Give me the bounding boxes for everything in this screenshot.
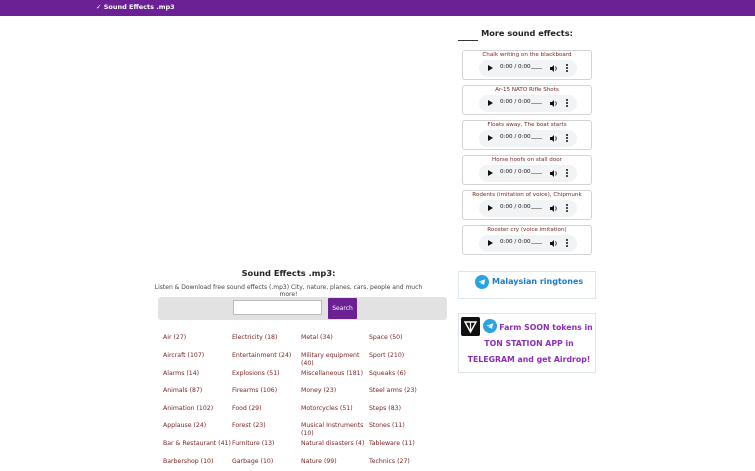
category-link[interactable]: Animals (87) [163, 387, 202, 395]
telegram-icon [475, 275, 489, 289]
audio-time: 0:00 / 0:00 [500, 204, 531, 210]
category-link[interactable]: Metal (34) [301, 334, 333, 342]
category-link[interactable]: Electricity (18) [232, 334, 277, 342]
sound-title-link[interactable]: Floats away, The boat starts [463, 122, 591, 128]
audio-progress-bar[interactable] [531, 138, 542, 139]
audio-progress-bar[interactable] [531, 173, 542, 174]
more-sounds-panel: More sound effects: Chalk writing on the… [458, 27, 596, 256]
category-link[interactable]: Garbage (10) [232, 458, 273, 466]
sound-card: Rodents (imitation of voice), Chipmunk 0… [462, 190, 592, 220]
page-description: Listen & Download free sound effects (.m… [154, 284, 423, 298]
play-icon[interactable] [488, 240, 493, 246]
category-link[interactable]: Barbershop (10) [163, 458, 213, 466]
sound-title-link[interactable]: Horse hoofs on stall door [463, 157, 591, 163]
category-link[interactable]: Squeaks (6) [369, 370, 406, 378]
volume-icon[interactable] [550, 170, 558, 177]
ringtones-box: Malaysian ringtones [458, 271, 596, 299]
more-options-icon[interactable] [565, 204, 569, 214]
category-link[interactable]: Entertainment (24) [232, 352, 291, 360]
sound-card: Chalk writing on the blackboard 0:00 / 0… [462, 50, 592, 80]
sound-title-link[interactable]: Rodents (imitation of voice), Chipmunk [463, 192, 591, 198]
category-link[interactable]: Money (23) [301, 387, 336, 395]
sound-title-link[interactable]: Chalk writing on the blackboard [463, 52, 591, 58]
audio-progress-bar[interactable] [531, 68, 542, 69]
volume-icon[interactable] [550, 100, 558, 107]
category-link[interactable]: Forest (23) [232, 422, 266, 430]
play-icon[interactable] [488, 170, 493, 176]
more-options-icon[interactable] [565, 99, 569, 109]
more-options-icon[interactable] [565, 239, 569, 249]
category-link[interactable]: Steel arms (23) [369, 387, 417, 395]
audio-time: 0:00 / 0:00 [500, 239, 531, 245]
volume-icon[interactable] [550, 65, 558, 72]
audio-time: 0:00 / 0:00 [500, 169, 531, 175]
category-link[interactable]: Space (50) [369, 334, 403, 342]
category-link[interactable]: Sport (210) [369, 352, 404, 360]
search-button[interactable]: Search [328, 298, 357, 319]
sound-card: Horse hoofs on stall door 0:00 / 0:00 [462, 155, 592, 185]
promo-text[interactable]: Farm SOON tokens in TON STATION APP in T… [463, 320, 595, 368]
play-icon[interactable] [488, 135, 493, 141]
audio-time: 0:00 / 0:00 [500, 64, 531, 70]
site-brand-link[interactable]: ✓ Sound Effects .mp3 [96, 3, 175, 11]
page-title: Sound Effects .mp3: [241, 268, 336, 278]
category-link[interactable]: Military equipment (40) [301, 352, 363, 368]
play-icon[interactable] [488, 100, 493, 106]
category-link[interactable]: Air (27) [163, 334, 186, 342]
category-link[interactable]: Firearms (106) [232, 387, 277, 395]
category-link[interactable]: Motorcycles (51) [301, 405, 353, 413]
sound-card: Rooster cry (voice imitation) 0:00 / 0:0… [462, 225, 592, 255]
audio-player: 0:00 / 0:00 [479, 130, 577, 147]
malaysian-ringtones-link[interactable]: Malaysian ringtones [492, 277, 583, 286]
more-sounds-title: More sound effects: [481, 28, 573, 38]
play-icon[interactable] [488, 65, 493, 71]
category-link[interactable]: Animation (102) [163, 405, 213, 413]
category-link[interactable]: Natural disasters (4) [301, 440, 364, 448]
audio-progress-bar[interactable] [531, 208, 542, 209]
title-divider [458, 40, 478, 41]
category-link[interactable]: Tableware (11) [369, 440, 415, 448]
category-link[interactable]: Nature (99) [301, 458, 337, 466]
audio-player: 0:00 / 0:00 [479, 235, 577, 252]
category-link[interactable]: Explosions (51) [232, 370, 280, 378]
volume-icon[interactable] [550, 240, 558, 247]
audio-player: 0:00 / 0:00 [479, 95, 577, 112]
audio-time: 0:00 / 0:00 [500, 99, 531, 105]
more-options-icon[interactable] [565, 64, 569, 74]
intro-section: Sound Effects .mp3: Listen & Download fr… [150, 268, 427, 298]
category-link[interactable]: Stones (11) [369, 422, 405, 430]
more-options-icon[interactable] [565, 169, 569, 179]
sound-title-link[interactable]: Ar-15 NATO Rifle Shots [463, 87, 591, 93]
top-navbar: ✓ Sound Effects .mp3 [0, 0, 755, 16]
category-link[interactable]: Aircraft (107) [163, 352, 204, 360]
category-link[interactable]: Applause (24) [163, 422, 206, 430]
category-link[interactable]: Miscellaneous (181) [301, 370, 363, 378]
search-bar: Search [158, 297, 447, 320]
audio-player: 0:00 / 0:00 [479, 165, 577, 182]
audio-time: 0:00 / 0:00 [500, 134, 531, 140]
sound-title-link[interactable]: Rooster cry (voice imitation) [463, 227, 591, 233]
category-link[interactable]: Alarms (14) [163, 370, 199, 378]
category-link[interactable]: Steps (83) [369, 405, 401, 413]
category-link[interactable]: Furniture (13) [232, 440, 274, 448]
volume-icon[interactable] [550, 135, 558, 142]
category-link[interactable]: Musical Instruments (10) [301, 422, 365, 438]
ton-station-promo[interactable]: Farm SOON tokens in TON STATION APP in T… [458, 313, 596, 373]
volume-icon[interactable] [550, 205, 558, 212]
category-link[interactable]: Technics (27) [369, 458, 410, 466]
audio-player: 0:00 / 0:00 [479, 200, 577, 217]
audio-progress-bar[interactable] [531, 103, 542, 104]
category-link[interactable]: Food (29) [232, 405, 262, 413]
sound-card: Ar-15 NATO Rifle Shots 0:00 / 0:00 [462, 85, 592, 115]
more-options-icon[interactable] [565, 134, 569, 144]
audio-player: 0:00 / 0:00 [479, 60, 577, 77]
search-input[interactable] [233, 300, 322, 315]
play-icon[interactable] [488, 205, 493, 211]
audio-progress-bar[interactable] [531, 243, 542, 244]
sound-card: Floats away, The boat starts 0:00 / 0:00 [462, 120, 592, 150]
category-link[interactable]: Bar & Restaurant (41) [163, 440, 231, 448]
